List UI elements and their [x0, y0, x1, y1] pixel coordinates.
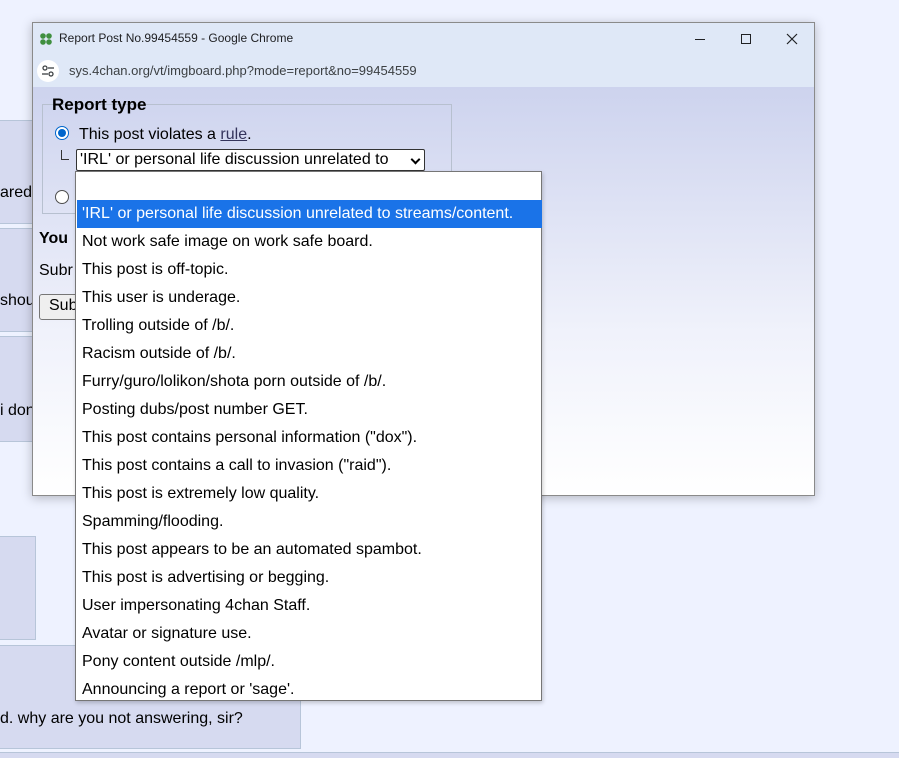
background-text: d. why are you not answering, sir? — [0, 710, 243, 727]
minimize-button[interactable] — [677, 23, 723, 55]
minimize-icon — [695, 38, 705, 40]
dropdown-option[interactable]: Spamming/flooding. — [77, 508, 542, 536]
rule-dropdown-list[interactable]: 'IRL' or personal life discussion unrela… — [75, 171, 542, 701]
dropdown-option[interactable] — [77, 172, 542, 200]
rule-select-value: 'IRL' or personal life discussion unrela… — [80, 151, 389, 168]
illegal-content-radio[interactable] — [55, 190, 69, 204]
background-text: i don — [0, 402, 33, 419]
background-post-3 — [0, 228, 34, 332]
dropdown-option[interactable]: Avatar or signature use. — [77, 620, 542, 648]
url-text[interactable]: sys.4chan.org/vt/imgboard.php?mode=repor… — [69, 63, 417, 78]
dropdown-option[interactable]: Racism outside of /b/. — [77, 340, 542, 368]
dropdown-option[interactable]: Trolling outside of /b/. — [77, 312, 542, 340]
address-bar: sys.4chan.org/vt/imgboard.php?mode=repor… — [33, 55, 814, 87]
close-button[interactable] — [769, 23, 814, 55]
background-text: ared c — [0, 184, 33, 201]
rule-select[interactable]: 'IRL' or personal life discussion unrela… — [76, 149, 425, 171]
close-icon — [786, 33, 798, 45]
report-type-legend: Report type — [52, 95, 147, 114]
dropdown-option[interactable]: User impersonating 4chan Staff. — [77, 592, 542, 620]
dropdown-option[interactable]: Posting dubs/post number GET. — [77, 396, 542, 424]
dropdown-option[interactable]: This post appears to be an automated spa… — [77, 536, 542, 564]
dropdown-option[interactable]: Furry/guro/lolikon/shota porn outside of… — [77, 368, 542, 396]
captcha-heading-partial: You — [39, 230, 69, 247]
dropdown-option[interactable]: Pony content outside /mlp/. — [77, 648, 542, 676]
maximize-button[interactable] — [723, 23, 769, 55]
dropdown-option[interactable]: This user is underage. — [77, 284, 542, 312]
background-post-1 — [0, 0, 34, 122]
dropdown-option[interactable]: This post contains personal information … — [77, 424, 542, 452]
dropdown-option[interactable]: 'IRL' or personal life discussion unrela… — [77, 200, 542, 228]
rule-violation-label: This post violates a rule. — [79, 126, 252, 143]
dropdown-option[interactable]: This post contains a call to invasion ("… — [77, 452, 542, 480]
background-text: shoul — [0, 292, 33, 309]
rule-link[interactable]: rule — [220, 126, 247, 143]
maximize-icon — [741, 34, 751, 44]
dropdown-option[interactable]: Not work safe image on work safe board. — [77, 228, 542, 256]
background-post-5 — [0, 536, 36, 640]
dropdown-option[interactable]: This post is off-topic. — [77, 256, 542, 284]
dropdown-option[interactable]: This post is advertising or begging. — [77, 564, 542, 592]
background-post-2 — [0, 120, 34, 224]
site-info-button[interactable] — [37, 60, 59, 82]
submit-instructions-partial: Subr — [39, 262, 73, 279]
rule-violation-radio[interactable] — [55, 126, 69, 140]
clover-icon — [40, 33, 52, 45]
page-bottom-bar — [0, 752, 899, 758]
title-bar[interactable]: Report Post No.99454559 - Google Chrome — [33, 23, 814, 55]
dropdown-option[interactable]: Announcing a report or 'sage'. — [77, 676, 542, 704]
background-post-4 — [0, 336, 34, 442]
tree-branch-icon — [61, 150, 69, 160]
chevron-down-icon — [410, 154, 421, 165]
site-settings-icon — [42, 65, 54, 77]
window-title: Report Post No.99454559 - Google Chrome — [59, 31, 294, 45]
dropdown-option[interactable]: This post is extremely low quality. — [77, 480, 542, 508]
